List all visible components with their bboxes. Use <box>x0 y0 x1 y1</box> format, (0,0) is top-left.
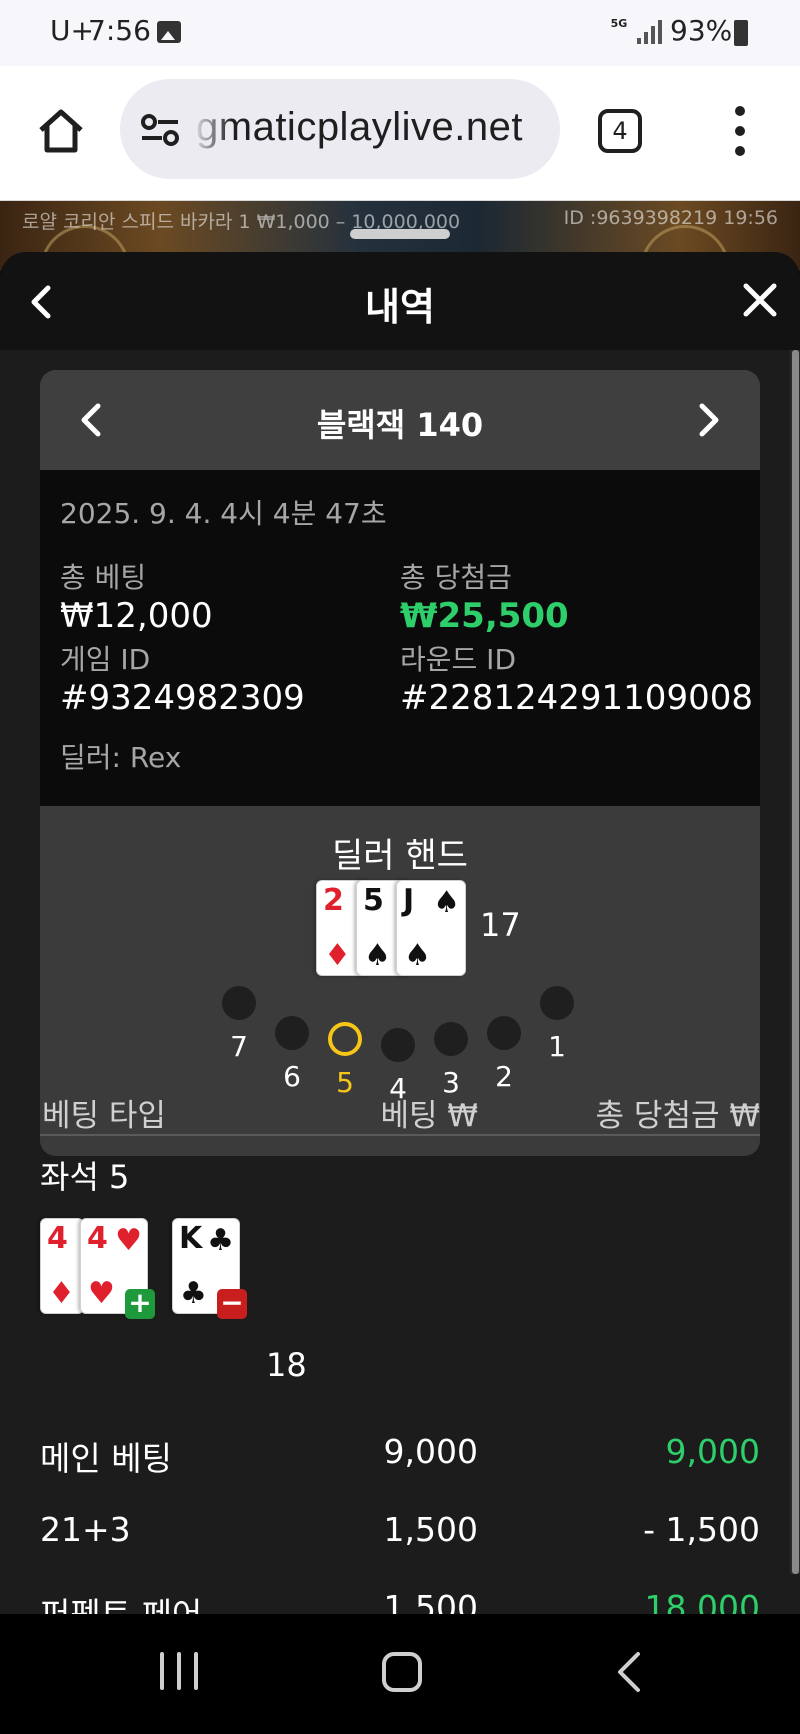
seat-number: 2 <box>495 1060 513 1093</box>
more-options-icon[interactable] <box>730 106 750 156</box>
bet-type: 퍼펙트 페어 <box>40 1588 202 1614</box>
bet-payout: 9,000 <box>665 1432 760 1471</box>
column-bet-type: 베팅 타입 <box>42 1098 166 1134</box>
round-datetime: 2025. 9. 4. 4시 4분 47초 <box>60 497 387 530</box>
seat-marker <box>275 1016 309 1050</box>
seat-number: 7 <box>230 1030 248 1063</box>
bet-payout: - 1,500 <box>643 1510 760 1549</box>
address-bar[interactable]: gmaticplaylive.net <box>120 79 560 179</box>
signal-icon <box>637 20 663 44</box>
player-card: K ♣ ♣ − <box>172 1218 247 1319</box>
plus-badge-icon: + <box>125 1289 155 1319</box>
dealer-card: J ♠ ♠ <box>396 880 466 976</box>
seat-marker <box>222 986 256 1020</box>
site-settings-icon[interactable] <box>140 113 180 147</box>
bet-type: 21+3 <box>40 1510 131 1549</box>
active-seat-marker <box>328 1022 362 1056</box>
history-panel: 내역 블랙잭 140 2025. 9. 4. 4시 4분 47초 총 베팅 ₩1… <box>0 252 800 1614</box>
seat-marker <box>487 1016 521 1050</box>
player-card: 4 ♥ ♥ + <box>80 1218 155 1319</box>
bet-row: 퍼펙트 페어 1,500 18,000 <box>40 1588 760 1614</box>
gallery-notification-icon <box>157 21 181 43</box>
browser-toolbar: gmaticplaylive.net 4 <box>0 66 800 201</box>
seat-marker <box>381 1028 415 1062</box>
round-navigator: 블랙잭 140 <box>40 370 760 470</box>
dealer-name: 딜러: Rex <box>60 741 182 774</box>
bet-amount: 9,000 <box>383 1432 478 1471</box>
dealer-hand-title: 딜러 핸드 <box>332 836 468 876</box>
scrollbar[interactable] <box>790 350 800 1574</box>
seat-number: 6 <box>283 1060 301 1093</box>
home-button-icon[interactable] <box>382 1652 422 1692</box>
close-icon[interactable] <box>742 282 778 318</box>
seat-marker <box>540 986 574 1020</box>
recent-apps-icon[interactable] <box>160 1652 200 1692</box>
player-total: 18 <box>266 1346 307 1384</box>
bet-row: 메인 베팅 9,000 9,000 <box>40 1432 760 1482</box>
game-id-value: #9324982309 <box>60 678 305 718</box>
status-bar: U+ 7:56 5G 93% <box>0 0 800 66</box>
seat-number: 1 <box>548 1030 566 1063</box>
bets-table-header: 베팅 타입 베팅 ₩ 총 당첨금 ₩ <box>40 1090 760 1136</box>
panel-title: 내역 <box>365 285 435 329</box>
home-icon[interactable] <box>36 106 86 156</box>
next-round-icon[interactable] <box>694 400 724 440</box>
bet-row: 21+3 1,500 - 1,500 <box>40 1510 760 1560</box>
panel-header: 내역 <box>0 252 800 350</box>
dealer-total: 17 <box>480 906 521 944</box>
url-text[interactable]: gmaticplaylive.net <box>196 105 523 150</box>
bet-payout: 18,000 <box>644 1588 760 1614</box>
battery-icon <box>734 20 748 46</box>
seat-label: 좌석 5 <box>40 1158 130 1196</box>
seat-marker <box>434 1022 468 1056</box>
total-bet-value: ₩12,000 <box>60 596 213 636</box>
column-bet: 베팅 ₩ <box>380 1098 478 1134</box>
system-nav-bar <box>0 1614 800 1734</box>
back-icon[interactable] <box>614 1650 644 1694</box>
battery-percent: 93% <box>670 14 733 47</box>
round-card: 블랙잭 140 2025. 9. 4. 4시 4분 47초 총 베팅 ₩12,0… <box>40 370 760 1156</box>
total-win-value: ₩25,500 <box>400 596 569 636</box>
bet-type: 메인 베팅 <box>40 1439 172 1478</box>
round-id-label: 라운드 ID <box>400 643 516 676</box>
bet-amount: 1,500 <box>383 1588 478 1614</box>
drag-handle[interactable] <box>350 229 450 239</box>
total-win-label: 총 당첨금 <box>400 561 512 594</box>
column-payout: 총 당첨금 ₩ <box>595 1098 760 1134</box>
tab-switcher-button[interactable]: 4 <box>598 109 642 153</box>
player-card: 4 ♦ <box>40 1218 84 1314</box>
round-name: 블랙잭 140 <box>316 406 484 444</box>
minus-badge-icon: − <box>217 1289 247 1319</box>
network-5g-icon: 5G <box>610 17 628 30</box>
round-info: 2025. 9. 4. 4시 4분 47초 총 베팅 ₩12,000 총 당첨금… <box>40 470 760 806</box>
clock: 7:56 <box>88 14 151 47</box>
game-id-info: ID :9639398219 19:56 <box>563 207 778 229</box>
bet-amount: 1,500 <box>383 1510 478 1549</box>
round-id-value: #228124291109008 <box>400 678 753 718</box>
game-id-label: 게임 ID <box>60 643 151 676</box>
total-bet-label: 총 베팅 <box>60 561 147 594</box>
